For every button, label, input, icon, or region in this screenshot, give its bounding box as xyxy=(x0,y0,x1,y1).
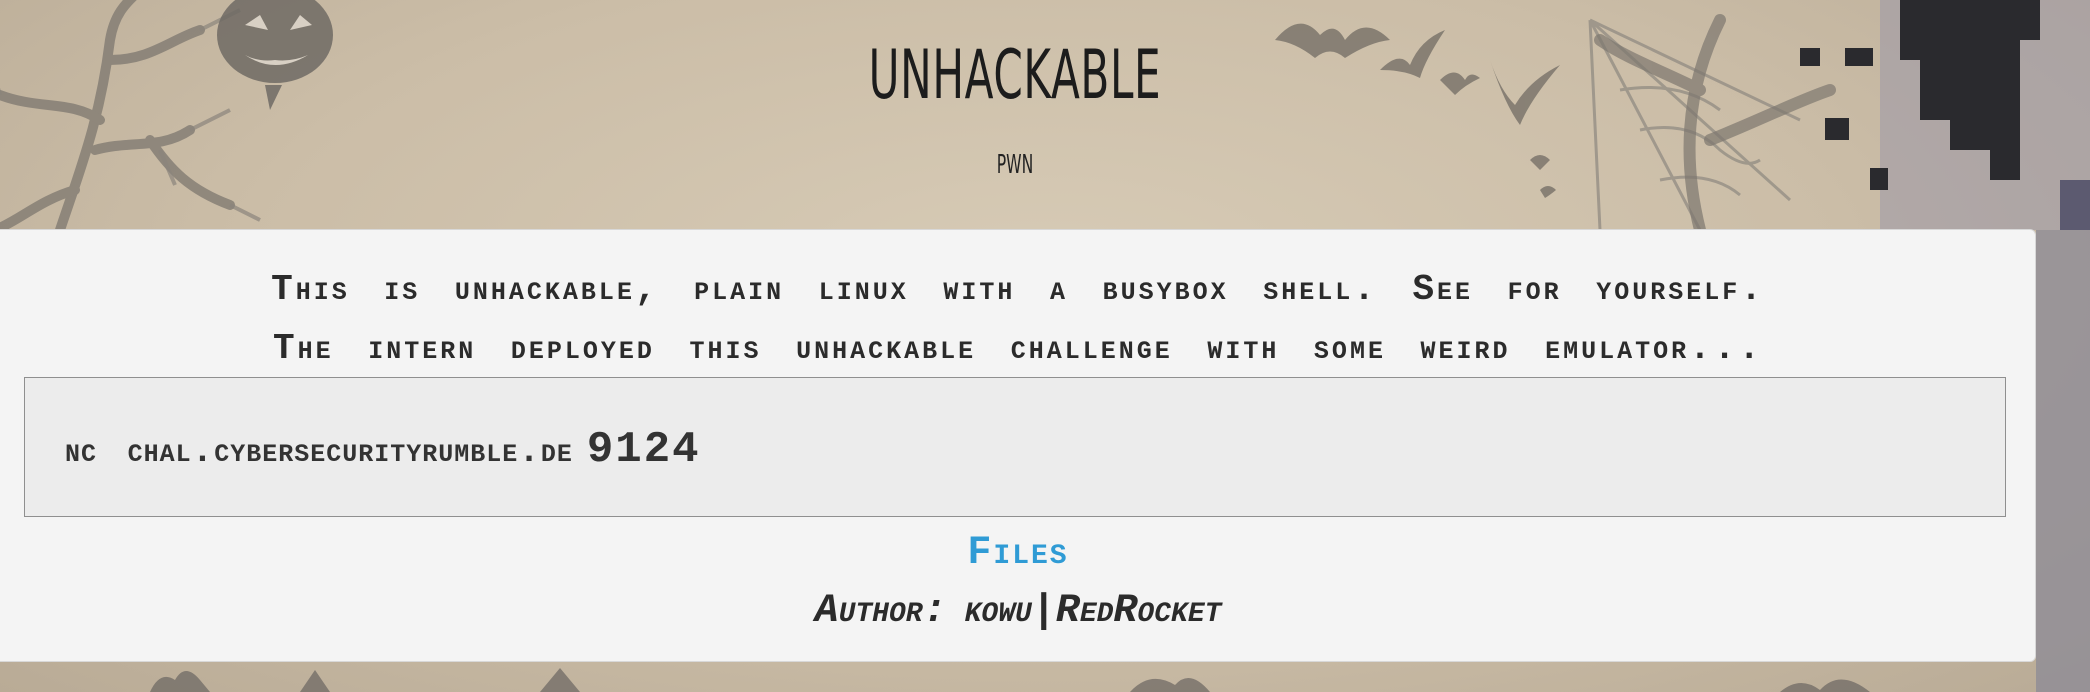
challenge-card: This is unhackable, plain linux with a b… xyxy=(0,229,2036,662)
connection-command: nc chal.cybersecurityrumble.de 9124 xyxy=(65,422,701,485)
connection-code-block[interactable]: nc chal.cybersecurityrumble.de 9124 xyxy=(24,377,2006,517)
connection-port: 9124 xyxy=(586,425,701,475)
challenge-category: PWN xyxy=(996,150,1034,180)
challenge-title: UNHACKABLE xyxy=(868,36,1162,115)
connection-host: nc chal.cybersecurityrumble.de xyxy=(65,431,573,472)
challenge-header: UNHACKABLE PWN xyxy=(0,0,2030,228)
description-line-1: This is unhackable, plain linux with a b… xyxy=(271,269,1765,310)
description-line-2: The intern deployed this unhackable chal… xyxy=(273,328,1763,369)
author-label: Author: xyxy=(814,589,947,634)
files-link[interactable]: Files xyxy=(0,526,2036,582)
author-line: Author: kowu|RedRocket xyxy=(0,582,2036,642)
author-name: kowu|RedRocket xyxy=(964,589,1222,634)
